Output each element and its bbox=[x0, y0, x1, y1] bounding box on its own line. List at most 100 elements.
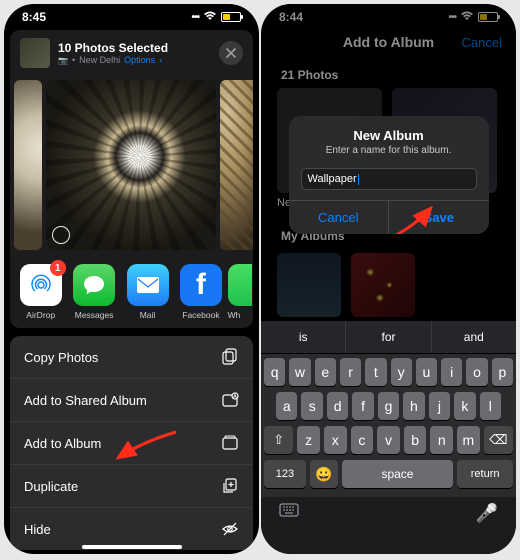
dialog-save-button[interactable]: Save bbox=[389, 201, 489, 234]
preview-thumb[interactable] bbox=[14, 80, 42, 250]
status-time: 8:45 bbox=[22, 10, 46, 24]
duplicate-icon bbox=[221, 477, 239, 495]
key-g[interactable]: g bbox=[378, 392, 399, 420]
options-link[interactable]: Options bbox=[124, 55, 155, 65]
share-app-messages[interactable]: Messages bbox=[67, 264, 120, 320]
key-e[interactable]: e bbox=[315, 358, 336, 386]
share-app-facebook[interactable]: f Facebook bbox=[174, 264, 227, 320]
album-icon bbox=[221, 434, 239, 452]
airdrop-icon: 1 bbox=[20, 264, 62, 306]
key-m[interactable]: m bbox=[457, 426, 480, 454]
key-n[interactable]: n bbox=[430, 426, 453, 454]
preview-thumb[interactable] bbox=[220, 80, 253, 250]
key-x[interactable]: x bbox=[324, 426, 347, 454]
key-l[interactable]: l bbox=[480, 392, 501, 420]
copy-icon bbox=[221, 348, 239, 366]
action-add-shared-album[interactable]: Add to Shared Album bbox=[10, 379, 253, 422]
share-subtitle: 📷 • New Delhi Options › bbox=[58, 55, 211, 65]
return-key[interactable]: return bbox=[457, 460, 513, 488]
status-bar: 8:45 ••• bbox=[4, 4, 259, 26]
action-duplicate[interactable]: Duplicate bbox=[10, 465, 253, 508]
share-app-airdrop[interactable]: 1 AirDrop bbox=[14, 264, 67, 320]
suggestion[interactable]: and bbox=[432, 321, 516, 353]
delete-key[interactable]: ⌫ bbox=[484, 426, 513, 454]
key-r[interactable]: r bbox=[340, 358, 361, 386]
action-add-to-album[interactable]: Add to Album bbox=[10, 422, 253, 465]
share-actions-list: Copy Photos Add to Shared Album Add to A… bbox=[10, 336, 253, 550]
preview-thumb[interactable] bbox=[46, 80, 216, 250]
share-app-mail[interactable]: Mail bbox=[121, 264, 174, 320]
keyboard-area: is for and qwertyuiop asdfghjkl ⇧ zxcvbn… bbox=[261, 321, 516, 554]
action-label: Copy Photos bbox=[24, 350, 98, 365]
header-thumbnail bbox=[20, 38, 50, 68]
action-label: Hide bbox=[24, 522, 51, 537]
key-p[interactable]: p bbox=[492, 358, 513, 386]
app-label: AirDrop bbox=[26, 310, 55, 320]
key-z[interactable]: z bbox=[297, 426, 320, 454]
home-indicator[interactable] bbox=[82, 545, 182, 549]
airdrop-badge: 1 bbox=[50, 260, 66, 276]
key-s[interactable]: s bbox=[301, 392, 322, 420]
share-sheet-header: 10 Photos Selected 📷 • New Delhi Options… bbox=[10, 30, 253, 76]
space-key[interactable]: space bbox=[342, 460, 454, 488]
location-text: New Delhi bbox=[79, 55, 120, 65]
left-phone-share-sheet: 8:45 ••• 10 Photos Selected 📷 • New Delh… bbox=[4, 4, 259, 554]
facebook-icon: f bbox=[180, 264, 222, 306]
action-label: Duplicate bbox=[24, 479, 78, 494]
suggestion[interactable]: is bbox=[261, 321, 346, 353]
key-u[interactable]: u bbox=[416, 358, 437, 386]
input-value: Wallpaper bbox=[308, 173, 357, 185]
key-w[interactable]: w bbox=[289, 358, 310, 386]
action-label: Add to Shared Album bbox=[24, 393, 147, 408]
key-j[interactable]: j bbox=[429, 392, 450, 420]
action-label: Add to Album bbox=[24, 436, 101, 451]
key-i[interactable]: i bbox=[441, 358, 462, 386]
mail-icon bbox=[127, 264, 169, 306]
suggestion[interactable]: for bbox=[346, 321, 431, 353]
share-apps-row: 1 AirDrop Messages Mail f Facebook bbox=[10, 254, 253, 328]
key-a[interactable]: a bbox=[276, 392, 297, 420]
chevron-right-icon: › bbox=[159, 55, 162, 65]
key-o[interactable]: o bbox=[466, 358, 487, 386]
key-k[interactable]: k bbox=[454, 392, 475, 420]
dictation-icon[interactable]: 🎤 bbox=[476, 503, 498, 524]
right-phone-new-album: 8:44 ••• Add to Album Cancel 21 Photos +… bbox=[261, 4, 516, 554]
close-button[interactable] bbox=[219, 41, 243, 65]
dialog-message: Enter a name for this album. bbox=[289, 145, 489, 164]
key-h[interactable]: h bbox=[403, 392, 424, 420]
dialog-cancel-button[interactable]: Cancel bbox=[289, 201, 390, 234]
key-y[interactable]: y bbox=[391, 358, 412, 386]
action-hide[interactable]: Hide bbox=[10, 508, 253, 550]
app-label: Wh bbox=[228, 310, 241, 320]
share-title: 10 Photos Selected bbox=[58, 41, 211, 55]
keyboard-switch-icon[interactable] bbox=[279, 503, 299, 524]
text-caret bbox=[358, 174, 360, 185]
selection-circle-icon[interactable] bbox=[52, 226, 70, 244]
key-q[interactable]: q bbox=[264, 358, 285, 386]
camera-icon: 📷 bbox=[58, 56, 68, 65]
signal-icon: ••• bbox=[191, 12, 199, 23]
new-album-dialog: New Album Enter a name for this album. W… bbox=[289, 116, 489, 234]
shift-key[interactable]: ⇧ bbox=[264, 426, 293, 454]
numbers-key[interactable]: 123 bbox=[264, 460, 306, 488]
app-label: Facebook bbox=[182, 310, 219, 320]
hide-icon bbox=[221, 520, 239, 538]
emoji-key[interactable]: 😀 bbox=[310, 460, 338, 488]
battery-icon bbox=[221, 12, 241, 22]
shared-album-icon bbox=[221, 391, 239, 409]
action-copy-photos[interactable]: Copy Photos bbox=[10, 336, 253, 379]
key-v[interactable]: v bbox=[377, 426, 400, 454]
key-f[interactable]: f bbox=[352, 392, 373, 420]
album-name-input[interactable]: Wallpaper bbox=[301, 168, 477, 190]
key-c[interactable]: c bbox=[351, 426, 374, 454]
wifi-icon bbox=[203, 11, 217, 24]
close-icon bbox=[226, 48, 236, 58]
photo-preview-strip[interactable] bbox=[10, 76, 253, 254]
app-label: Messages bbox=[75, 310, 114, 320]
key-d[interactable]: d bbox=[327, 392, 348, 420]
key-b[interactable]: b bbox=[404, 426, 427, 454]
key-t[interactable]: t bbox=[365, 358, 386, 386]
share-app-whatsapp[interactable]: Wh bbox=[228, 264, 249, 320]
dialog-title: New Album bbox=[289, 116, 489, 145]
messages-icon bbox=[73, 264, 115, 306]
